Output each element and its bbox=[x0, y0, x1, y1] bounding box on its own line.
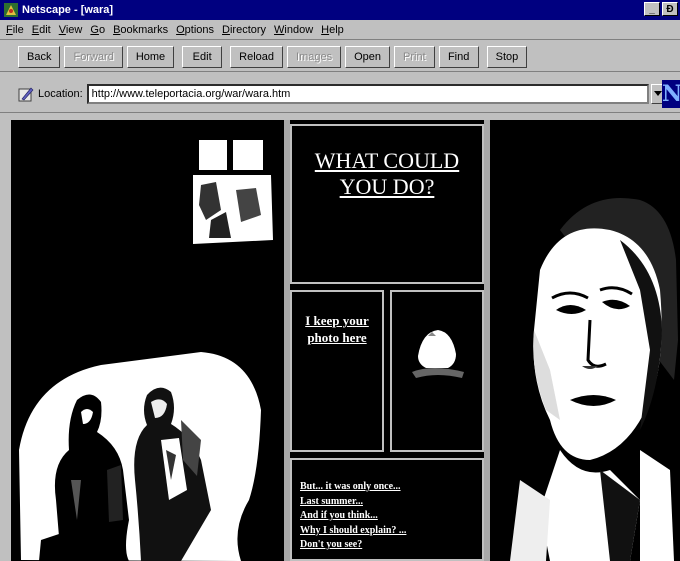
menu-accel: O bbox=[176, 23, 185, 36]
center-mid-right-frame bbox=[390, 290, 484, 452]
back-button[interactable]: Back bbox=[18, 45, 61, 68]
menu-bookmarks[interactable]: Bookmarks bbox=[109, 24, 172, 36]
menu-accel: G bbox=[90, 23, 99, 36]
open-button[interactable]: Open bbox=[345, 45, 391, 68]
home-button[interactable]: Home bbox=[126, 45, 175, 68]
menu-accel: V bbox=[58, 23, 66, 36]
print-button[interactable]: Print bbox=[394, 45, 435, 68]
find-button[interactable]: Find bbox=[438, 45, 479, 68]
page-content: WHAT COULD YOU DO? I keep your photo her… bbox=[11, 120, 680, 561]
center-mid-left-frame: I keep your photo here bbox=[290, 290, 384, 452]
menu-go[interactable]: Go bbox=[86, 24, 109, 36]
restore-button[interactable]: Ɖ bbox=[662, 2, 678, 16]
menu-accel: H bbox=[321, 23, 330, 36]
face-image bbox=[490, 120, 680, 561]
center-top-frame: WHAT COULD YOU DO? bbox=[290, 124, 484, 284]
bookmark-quill-icon[interactable] bbox=[18, 86, 34, 102]
menu-label: dit bbox=[39, 23, 51, 36]
menu-view[interactable]: View bbox=[55, 24, 87, 36]
story-links: But... it was only once... Last summer..… bbox=[300, 480, 406, 553]
netscape-logo: N bbox=[662, 80, 680, 108]
story-link[interactable]: Last summer... bbox=[300, 495, 406, 510]
keep-photo-link[interactable]: I keep your photo here bbox=[292, 312, 382, 346]
menu-help[interactable]: Help bbox=[317, 24, 348, 36]
what-could-you-do-link[interactable]: WHAT COULD YOU DO? bbox=[292, 148, 482, 200]
glow-image bbox=[392, 292, 482, 450]
menu-accel: W bbox=[274, 23, 285, 36]
triangle-down-icon bbox=[653, 91, 662, 96]
url-input[interactable] bbox=[86, 83, 649, 104]
menu-bar: File Edit View Go Bookmarks Options Dire… bbox=[0, 20, 680, 40]
story-link[interactable]: Don't you see? bbox=[300, 538, 406, 553]
title-bar: Netscape - [wara] _ Ɖ bbox=[0, 0, 680, 20]
right-frame bbox=[490, 120, 680, 561]
menu-label: elp bbox=[329, 23, 344, 36]
navigation-toolbar: Back Forward Home Edit Reload Images Ope… bbox=[0, 42, 680, 72]
minimize-button[interactable]: _ bbox=[644, 2, 660, 16]
left-frame bbox=[11, 120, 284, 561]
menu-window[interactable]: Window bbox=[270, 24, 317, 36]
center-bottom-frame: But... it was only once... Last summer..… bbox=[290, 458, 484, 561]
menu-accel: E bbox=[31, 23, 40, 36]
menu-label: ptions bbox=[184, 23, 215, 36]
menu-edit[interactable]: Edit bbox=[28, 24, 55, 36]
images-button[interactable]: Images bbox=[287, 45, 342, 68]
menu-directory[interactable]: Directory bbox=[218, 24, 270, 36]
two-men-image bbox=[11, 120, 284, 561]
location-label: Location: bbox=[38, 87, 83, 100]
netscape-app-icon bbox=[4, 3, 18, 17]
menu-label: indow bbox=[284, 23, 314, 36]
window-title: Netscape - [wara] bbox=[22, 4, 114, 16]
menu-file[interactable]: File bbox=[2, 24, 28, 36]
menu-label: o bbox=[98, 23, 106, 36]
story-link[interactable]: And if you think... bbox=[300, 509, 406, 524]
stop-button[interactable]: Stop bbox=[486, 45, 528, 68]
menu-options[interactable]: Options bbox=[172, 24, 218, 36]
menu-accel: D bbox=[222, 23, 230, 36]
menu-label: ile bbox=[12, 23, 24, 36]
edit-button[interactable]: Edit bbox=[182, 45, 223, 68]
menu-accel: F bbox=[6, 23, 13, 36]
menu-label: iew bbox=[65, 23, 83, 36]
story-link[interactable]: Why I should explain? ... bbox=[300, 524, 406, 539]
menu-label: ookmarks bbox=[120, 23, 169, 36]
menu-label: irectory bbox=[229, 23, 267, 36]
location-bar: Location: bbox=[0, 75, 680, 113]
forward-button[interactable]: Forward bbox=[64, 45, 123, 68]
story-link[interactable]: But... it was only once... bbox=[300, 480, 406, 495]
reload-button[interactable]: Reload bbox=[230, 45, 284, 68]
